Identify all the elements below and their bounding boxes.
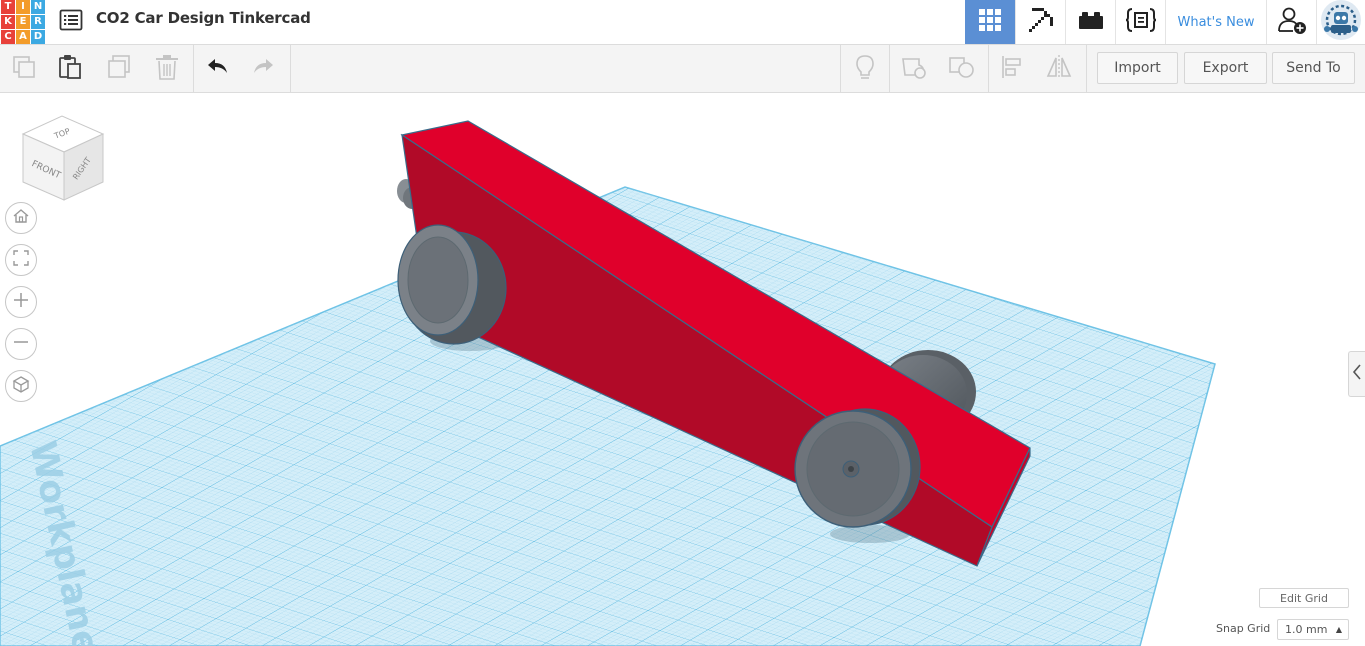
grid-icon [978,8,1002,36]
import-button[interactable]: Import [1097,52,1178,84]
align-icon [998,53,1026,85]
paste-button[interactable] [54,53,86,85]
logo-tile: I [16,0,30,14]
perspective-toggle-button[interactable] [5,370,37,402]
align-button[interactable] [996,53,1028,85]
send-to-button[interactable]: Send To [1272,52,1355,84]
pickaxe-icon [1026,5,1056,39]
duplicate-button[interactable] [103,53,135,85]
logo-tile: N [31,0,45,14]
panel-collapse-toggle[interactable] [1348,351,1365,397]
cube-icon [12,375,30,397]
redo-button[interactable] [248,53,280,85]
group-icon [899,53,929,85]
undo-button[interactable] [201,53,233,85]
undo-icon [203,53,231,85]
chevron-left-icon [1352,363,1362,385]
document-title[interactable]: CO2 Car Design Tinkercad [96,9,311,27]
codeblocks-icon [1125,7,1157,37]
minus-icon [12,333,30,355]
design-list-icon[interactable] [59,9,83,31]
logo-tile: A [16,30,30,44]
ungroup-button[interactable] [946,53,978,85]
redo-icon [250,53,278,85]
3d-design-button[interactable] [965,0,1015,44]
codeblocks-button[interactable] [1115,0,1165,44]
fit-view-icon [12,249,30,271]
scene-canvas[interactable]: Workplane [0,94,1365,646]
lightbulb-icon [851,53,879,85]
add-user-button[interactable] [1266,0,1316,44]
zoom-in-button[interactable] [5,286,37,318]
export-button[interactable]: Export [1184,52,1267,84]
top-bar: TIN KER CAD CO2 Car Design Tinkercad What'… [0,0,1365,45]
logo-tile: E [16,15,30,29]
mirror-button[interactable] [1043,53,1075,85]
duplicate-icon [105,53,133,85]
notes-button[interactable] [849,53,881,85]
logo-tile: D [31,30,45,44]
zoom-out-button[interactable] [5,328,37,360]
caret-up-icon: ▲ [1335,625,1342,634]
snap-grid-value: 1.0 mm [1285,623,1328,636]
view-cube[interactable]: TOP FRONT RIGHT [18,112,110,208]
copy-button[interactable] [8,53,40,85]
minecraft-button[interactable] [1015,0,1065,44]
plus-icon [12,291,30,313]
robot-avatar-icon [1319,0,1363,45]
home-view-button[interactable] [5,202,37,234]
whats-new-link[interactable]: What's New [1165,0,1266,44]
edit-grid-button[interactable]: Edit Grid [1259,588,1349,608]
snap-grid-label: Snap Grid [1216,622,1271,635]
3d-viewport[interactable]: Workplane TOP FRONT RIGHT Edit Grid Snap… [0,94,1365,646]
logo-tile: T [1,0,15,14]
editor-toolbar: Import Export Send To [0,45,1365,93]
mirror-icon [1044,53,1074,85]
logo-tile: R [31,15,45,29]
user-avatar[interactable] [1316,0,1365,44]
delete-button[interactable] [151,53,183,85]
paste-icon [56,53,84,85]
snap-grid-select[interactable]: 1.0 mm ▲ [1277,619,1349,640]
ungroup-icon [947,53,977,85]
trash-icon [153,53,181,85]
copy-icon [10,53,38,85]
home-icon [12,207,30,229]
fit-view-button[interactable] [5,244,37,276]
logo-tile: C [1,30,15,44]
logo-tile: K [1,15,15,29]
add-user-icon [1277,5,1307,39]
tinkercad-logo[interactable]: TIN KER CAD [0,0,45,44]
brick-icon [1077,9,1105,35]
wheel-rear-left[interactable] [794,408,921,528]
lego-bricks-button[interactable] [1065,0,1115,44]
group-button[interactable] [898,53,930,85]
